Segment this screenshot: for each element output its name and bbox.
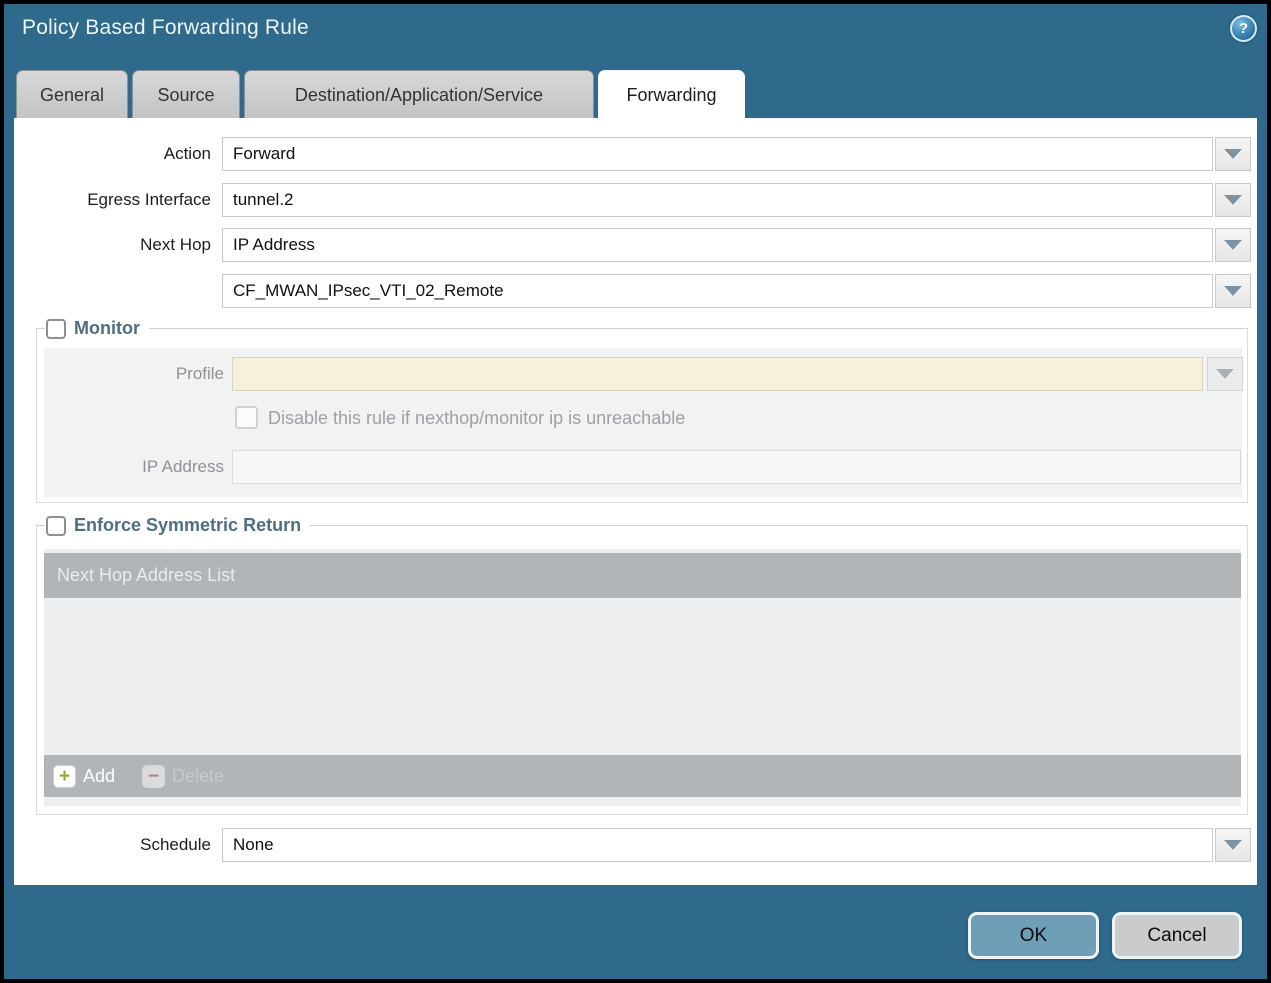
next-hop-label: Next Hop bbox=[14, 228, 211, 262]
action-dropdown-button[interactable] bbox=[1215, 137, 1251, 171]
symmetric-return-legend: Enforce Symmetric Return bbox=[36, 515, 1248, 536]
next-hop-type-dropdown-button[interactable] bbox=[1215, 228, 1251, 262]
screen: Policy Based Forwarding Rule ? General S… bbox=[0, 0, 1271, 983]
action-label: Action bbox=[14, 137, 211, 171]
monitor-ip-address-input[interactable] bbox=[232, 450, 1241, 484]
add-icon: + bbox=[53, 765, 76, 788]
next-hop-address-table: Next Hop Address List + Add − Delete bbox=[44, 549, 1241, 806]
schedule-label: Schedule bbox=[14, 828, 211, 862]
help-icon[interactable]: ? bbox=[1230, 15, 1257, 42]
schedule-dropdown-button[interactable] bbox=[1215, 828, 1251, 862]
delete-button-label: Delete bbox=[172, 766, 224, 787]
tab-general[interactable]: General bbox=[16, 70, 128, 118]
chevron-down-icon bbox=[1224, 195, 1242, 205]
chevron-down-icon bbox=[1216, 369, 1234, 379]
next-hop-address-list-header: Next Hop Address List bbox=[44, 553, 1241, 598]
next-hop-type-input[interactable] bbox=[222, 228, 1213, 262]
tab-source[interactable]: Source bbox=[132, 70, 240, 118]
add-button[interactable]: + Add bbox=[53, 765, 115, 788]
next-hop-address-table-toolbar: + Add − Delete bbox=[44, 755, 1241, 797]
chevron-down-icon bbox=[1224, 149, 1242, 159]
egress-interface-label: Egress Interface bbox=[14, 183, 211, 217]
disable-rule-label: Disable this rule if nexthop/monitor ip … bbox=[268, 407, 685, 430]
egress-interface-dropdown-button[interactable] bbox=[1215, 183, 1251, 217]
action-input[interactable] bbox=[222, 137, 1213, 171]
dialog-title: Policy Based Forwarding Rule bbox=[22, 16, 309, 40]
monitor-legend: Monitor bbox=[36, 318, 1248, 339]
legend-line bbox=[36, 328, 45, 329]
cancel-button[interactable]: Cancel bbox=[1112, 912, 1242, 959]
chevron-down-icon bbox=[1224, 840, 1242, 850]
next-hop-address-input[interactable] bbox=[222, 274, 1213, 308]
delete-icon: − bbox=[142, 765, 165, 788]
legend-line bbox=[149, 328, 1248, 329]
monitor-checkbox[interactable] bbox=[46, 319, 66, 339]
profile-input[interactable] bbox=[232, 357, 1203, 391]
profile-dropdown-button[interactable] bbox=[1207, 357, 1243, 391]
tab-forwarding[interactable]: Forwarding bbox=[598, 70, 745, 119]
symmetric-return-section-title: Enforce Symmetric Return bbox=[74, 515, 301, 536]
legend-line bbox=[36, 525, 45, 526]
legend-line bbox=[310, 525, 1248, 526]
monitor-ip-address-label: IP Address bbox=[44, 450, 224, 484]
disable-rule-checkbox[interactable] bbox=[235, 406, 258, 429]
tab-destination-application-service[interactable]: Destination/Application/Service bbox=[244, 70, 594, 118]
enforce-symmetric-return-checkbox[interactable] bbox=[46, 516, 66, 536]
egress-interface-input[interactable] bbox=[222, 183, 1213, 217]
profile-label: Profile bbox=[44, 357, 224, 391]
delete-button[interactable]: − Delete bbox=[142, 765, 224, 788]
chevron-down-icon bbox=[1224, 240, 1242, 250]
schedule-input[interactable] bbox=[222, 828, 1213, 862]
monitor-section-title: Monitor bbox=[74, 318, 140, 339]
ok-button[interactable]: OK bbox=[968, 912, 1099, 959]
next-hop-address-dropdown-button[interactable] bbox=[1215, 274, 1251, 308]
add-button-label: Add bbox=[83, 766, 115, 787]
chevron-down-icon bbox=[1224, 286, 1242, 296]
